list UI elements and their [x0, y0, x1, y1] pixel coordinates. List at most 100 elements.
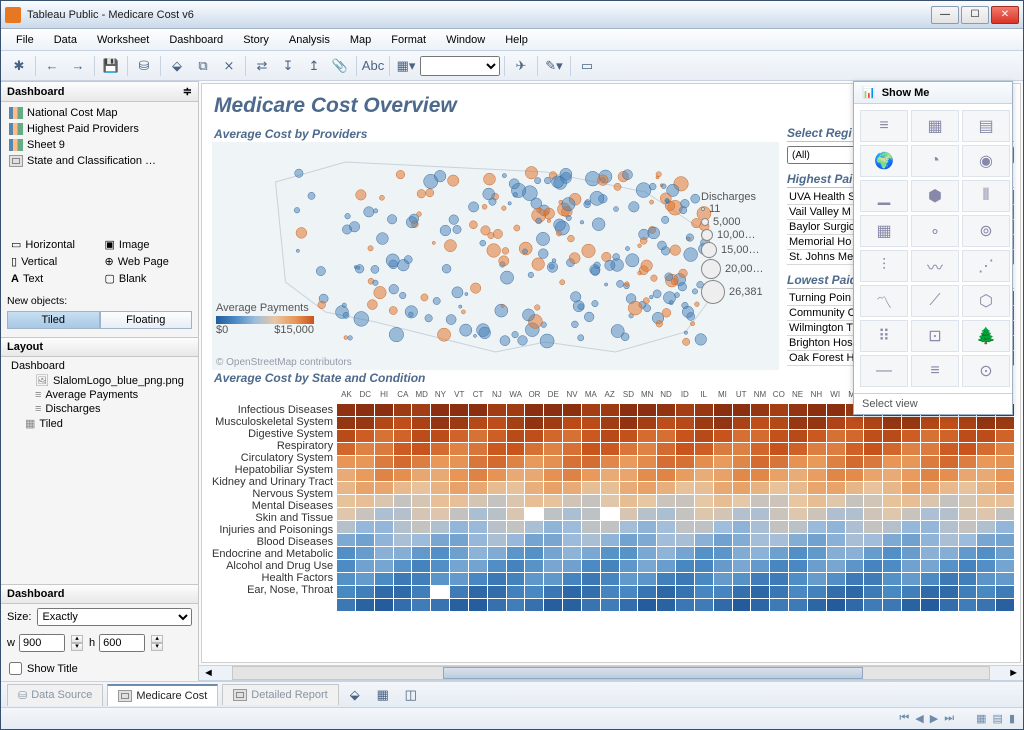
new-worksheet-tab[interactable]: ⬙: [343, 683, 367, 707]
menu-story[interactable]: Story: [234, 32, 278, 48]
showme-option[interactable]: ≡: [860, 110, 908, 142]
showme-option[interactable]: ≡: [911, 355, 959, 387]
sheet-item[interactable]: Highest Paid Providers: [1, 121, 198, 137]
showme-option[interactable]: ⋰: [962, 250, 1010, 282]
menu-map[interactable]: Map: [341, 32, 380, 48]
scroll-thumb[interactable]: [443, 667, 863, 679]
view-list-icon[interactable]: ▮: [1009, 712, 1015, 725]
horizontal-scrollbar[interactable]: ◄ ►: [199, 665, 1023, 681]
showme-option[interactable]: 🌲: [962, 320, 1010, 352]
menu-window[interactable]: Window: [437, 32, 494, 48]
layout-node[interactable]: ▦Tiled: [7, 416, 192, 431]
pin-axis-button[interactable]: ✈: [509, 54, 533, 78]
obj-image[interactable]: ▣Image: [105, 238, 189, 251]
forward-button[interactable]: →: [66, 54, 90, 78]
showme-option[interactable]: ⊙: [962, 355, 1010, 387]
showme-option[interactable]: ◔: [911, 145, 959, 177]
maximize-button[interactable]: [961, 6, 989, 24]
layout-node[interactable]: ≡Discharges: [7, 402, 192, 416]
view-cards-icon[interactable]: ▤: [993, 712, 1003, 725]
dashboard2-panel-head[interactable]: Dashboard: [1, 584, 198, 604]
height-input[interactable]: [99, 634, 145, 652]
layout-node[interactable]: Dashboard: [7, 359, 192, 373]
showme-option[interactable]: ▦: [860, 215, 908, 247]
showme-option[interactable]: ∘: [911, 215, 959, 247]
tab-detailed-report[interactable]: Detailed Report: [222, 684, 338, 705]
first-icon[interactable]: ⏮: [899, 712, 909, 725]
label-button[interactable]: Abc: [361, 54, 385, 78]
showme-option[interactable]: ⬢: [911, 180, 959, 212]
close-button[interactable]: [991, 6, 1019, 24]
pin-button[interactable]: 📎: [328, 54, 352, 78]
tab-datasource[interactable]: ⛁Data Source: [7, 684, 103, 706]
showme-option[interactable]: ▦: [911, 110, 959, 142]
tableau-icon[interactable]: ✱: [7, 54, 31, 78]
menu-analysis[interactable]: Analysis: [280, 32, 339, 48]
showme-option[interactable]: ⬡: [962, 285, 1010, 317]
menu-format[interactable]: Format: [382, 32, 435, 48]
showme-option[interactable]: ▤: [962, 110, 1010, 142]
layout-panel-head[interactable]: Layout: [1, 337, 198, 357]
obj-webpage[interactable]: ⊕Web Page: [105, 255, 189, 268]
sheet-item[interactable]: National Cost Map: [1, 105, 198, 121]
menu-data[interactable]: Data: [45, 32, 86, 48]
menu-dashboard[interactable]: Dashboard: [160, 32, 232, 48]
showme-option[interactable]: ⟋: [911, 285, 959, 317]
heatmap-viz[interactable]: Infectious DiseasesMusculoskeletal Syste…: [212, 390, 1014, 658]
size-mode-select[interactable]: Exactly: [37, 608, 192, 626]
size-select[interactable]: [420, 56, 500, 76]
new-datasource-button[interactable]: ⛁: [132, 54, 156, 78]
obj-horizontal[interactable]: ▭Horizontal: [11, 238, 95, 251]
clear-button[interactable]: ⨯: [217, 54, 241, 78]
menu-file[interactable]: File: [7, 32, 43, 48]
showme-option[interactable]: ⠿: [860, 320, 908, 352]
tab-medicare-cost[interactable]: Medicare Cost: [107, 684, 218, 706]
last-icon[interactable]: ⏭: [944, 712, 954, 725]
obj-text[interactable]: AText: [11, 272, 95, 285]
back-button[interactable]: ←: [40, 54, 64, 78]
view-grid-icon[interactable]: ▦: [976, 712, 986, 725]
sheet-item[interactable]: Sheet 9: [1, 137, 198, 153]
h-down[interactable]: ▾: [151, 643, 163, 651]
showme-option[interactable]: 〰: [911, 250, 959, 282]
h-up[interactable]: ▴: [151, 635, 163, 643]
swap-button[interactable]: ⇄: [250, 54, 274, 78]
menu-worksheet[interactable]: Worksheet: [88, 32, 158, 48]
width-input[interactable]: [19, 634, 65, 652]
presentation-button[interactable]: ▭: [575, 54, 599, 78]
floating-toggle[interactable]: Floating: [100, 311, 193, 329]
new-dashboard-tab[interactable]: ▦: [371, 683, 395, 707]
dashboard-panel-head[interactable]: Dashboard≑: [1, 81, 198, 102]
new-worksheet-button[interactable]: ⬙: [165, 54, 189, 78]
layout-node[interactable]: ≡Average Payments: [7, 388, 192, 402]
showme-option[interactable]: 〽: [860, 285, 908, 317]
show-title-checkbox[interactable]: [9, 662, 22, 675]
layout-node[interactable]: 🖼SlalomLogo_blue_png.png: [7, 373, 192, 388]
sheet-item[interactable]: State and Classification …: [1, 153, 198, 169]
showme-option[interactable]: ◉: [962, 145, 1010, 177]
w-up[interactable]: ▴: [71, 635, 83, 643]
showme-option[interactable]: ⊚: [962, 215, 1010, 247]
showme-option[interactable]: ⊡: [911, 320, 959, 352]
new-story-tab[interactable]: ◫: [399, 683, 423, 707]
sort-asc-button[interactable]: ↧: [276, 54, 300, 78]
next-icon[interactable]: ▶: [930, 712, 938, 725]
obj-vertical[interactable]: ▯Vertical: [11, 255, 95, 268]
w-down[interactable]: ▾: [71, 643, 83, 651]
sort-desc-button[interactable]: ↥: [302, 54, 326, 78]
showme-option[interactable]: ⫶: [860, 250, 908, 282]
save-button[interactable]: 💾: [99, 54, 123, 78]
duplicate-button[interactable]: ⧉: [191, 54, 215, 78]
prev-icon[interactable]: ◀: [915, 712, 923, 725]
tiled-toggle[interactable]: Tiled: [7, 311, 100, 329]
minimize-button[interactable]: [931, 6, 959, 24]
showme-option[interactable]: —: [860, 355, 908, 387]
showme-option[interactable]: ▁: [860, 180, 908, 212]
fit-dropdown[interactable]: ▦▾: [394, 54, 418, 78]
showme-option[interactable]: ⫴: [962, 180, 1010, 212]
show-me-panel[interactable]: 📊Show Me ≡▦▤🌍◔◉▁⬢⫴▦∘⊚⫶〰⋰〽⟋⬡⠿⊡🌲—≡⊙ Select…: [853, 81, 1013, 415]
map-viz[interactable]: Average Payments $0$15,000 © OpenStreetM…: [212, 142, 779, 370]
menu-help[interactable]: Help: [496, 32, 537, 48]
highlight-button[interactable]: ✎▾: [542, 54, 566, 78]
obj-blank[interactable]: ▢Blank: [105, 272, 189, 285]
